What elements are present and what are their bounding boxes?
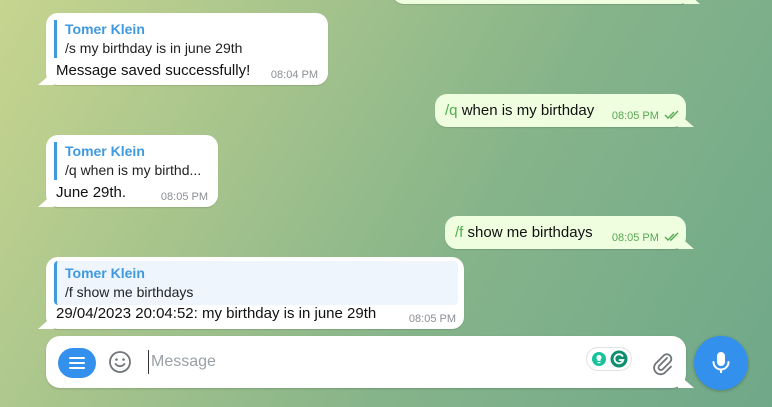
message-text: /q when is my birthday (445, 102, 594, 119)
lightbulb-icon (592, 352, 606, 366)
grammarly-widget[interactable] (587, 348, 631, 370)
incoming-message[interactable]: Tomer Klein /s my birthday is in june 29… (46, 13, 328, 85)
smile-icon[interactable] (108, 350, 132, 374)
incoming-message[interactable]: Tomer Klein /q when is my birthd... June… (46, 135, 218, 207)
message-input[interactable] (148, 350, 571, 374)
message-time: 08:05 PM (160, 191, 208, 203)
reply-quote-text: /s my birthday is in june 29th (65, 40, 243, 56)
message-time: 08:04 PM (270, 69, 318, 81)
message-text: June 29th. (56, 184, 127, 201)
command-text: /q (445, 102, 458, 119)
reply-quote[interactable]: Tomer Klein /f show me birthdays (54, 261, 458, 305)
message-time: 08:05 PM (611, 232, 659, 244)
message-composer (46, 336, 686, 388)
microphone-button[interactable] (694, 336, 748, 390)
outgoing-message[interactable]: /f show me birthdays 08:05 PM (445, 216, 686, 249)
message-body: show me birthdays (467, 224, 593, 241)
double-check-icon (664, 232, 679, 241)
message-meta: 08:05 PM (612, 232, 680, 244)
incoming-message[interactable]: Tomer Klein /f show me birthdays 29/04/2… (46, 257, 464, 329)
message-body: when is my birthday (461, 102, 595, 119)
message-time: 08:05 PM (408, 313, 456, 325)
command-text: /f (455, 224, 464, 241)
microphone-icon (712, 352, 730, 373)
message-time: 08:05 PM (611, 110, 659, 122)
outgoing-message-partial (392, 0, 692, 4)
reply-quote[interactable]: Tomer Klein /s my birthday is in june 29… (54, 20, 242, 58)
message-text: 29/04/2023 20:04:52: my birthday is in j… (56, 305, 377, 322)
message-meta: 08:05 PM (612, 110, 680, 122)
double-check-icon (664, 110, 679, 119)
message-text: Message saved successfully! (56, 62, 251, 79)
menu-button[interactable] (58, 348, 96, 378)
grammarly-icon (610, 350, 628, 368)
reply-sender-name: Tomer Klein (65, 21, 145, 37)
message-text: /f show me birthdays (455, 224, 593, 241)
outgoing-message[interactable]: /q when is my birthday 08:05 PM (435, 94, 686, 127)
paperclip-icon[interactable] (650, 350, 674, 376)
reply-quote[interactable]: Tomer Klein /q when is my birthd... (54, 142, 201, 180)
reply-quote-text: /q when is my birthd... (65, 162, 202, 178)
menu-icon (69, 357, 85, 369)
reply-sender-name: Tomer Klein (65, 265, 145, 281)
reply-sender-name: Tomer Klein (65, 143, 145, 159)
reply-quote-text: /f show me birthdays (65, 284, 194, 300)
